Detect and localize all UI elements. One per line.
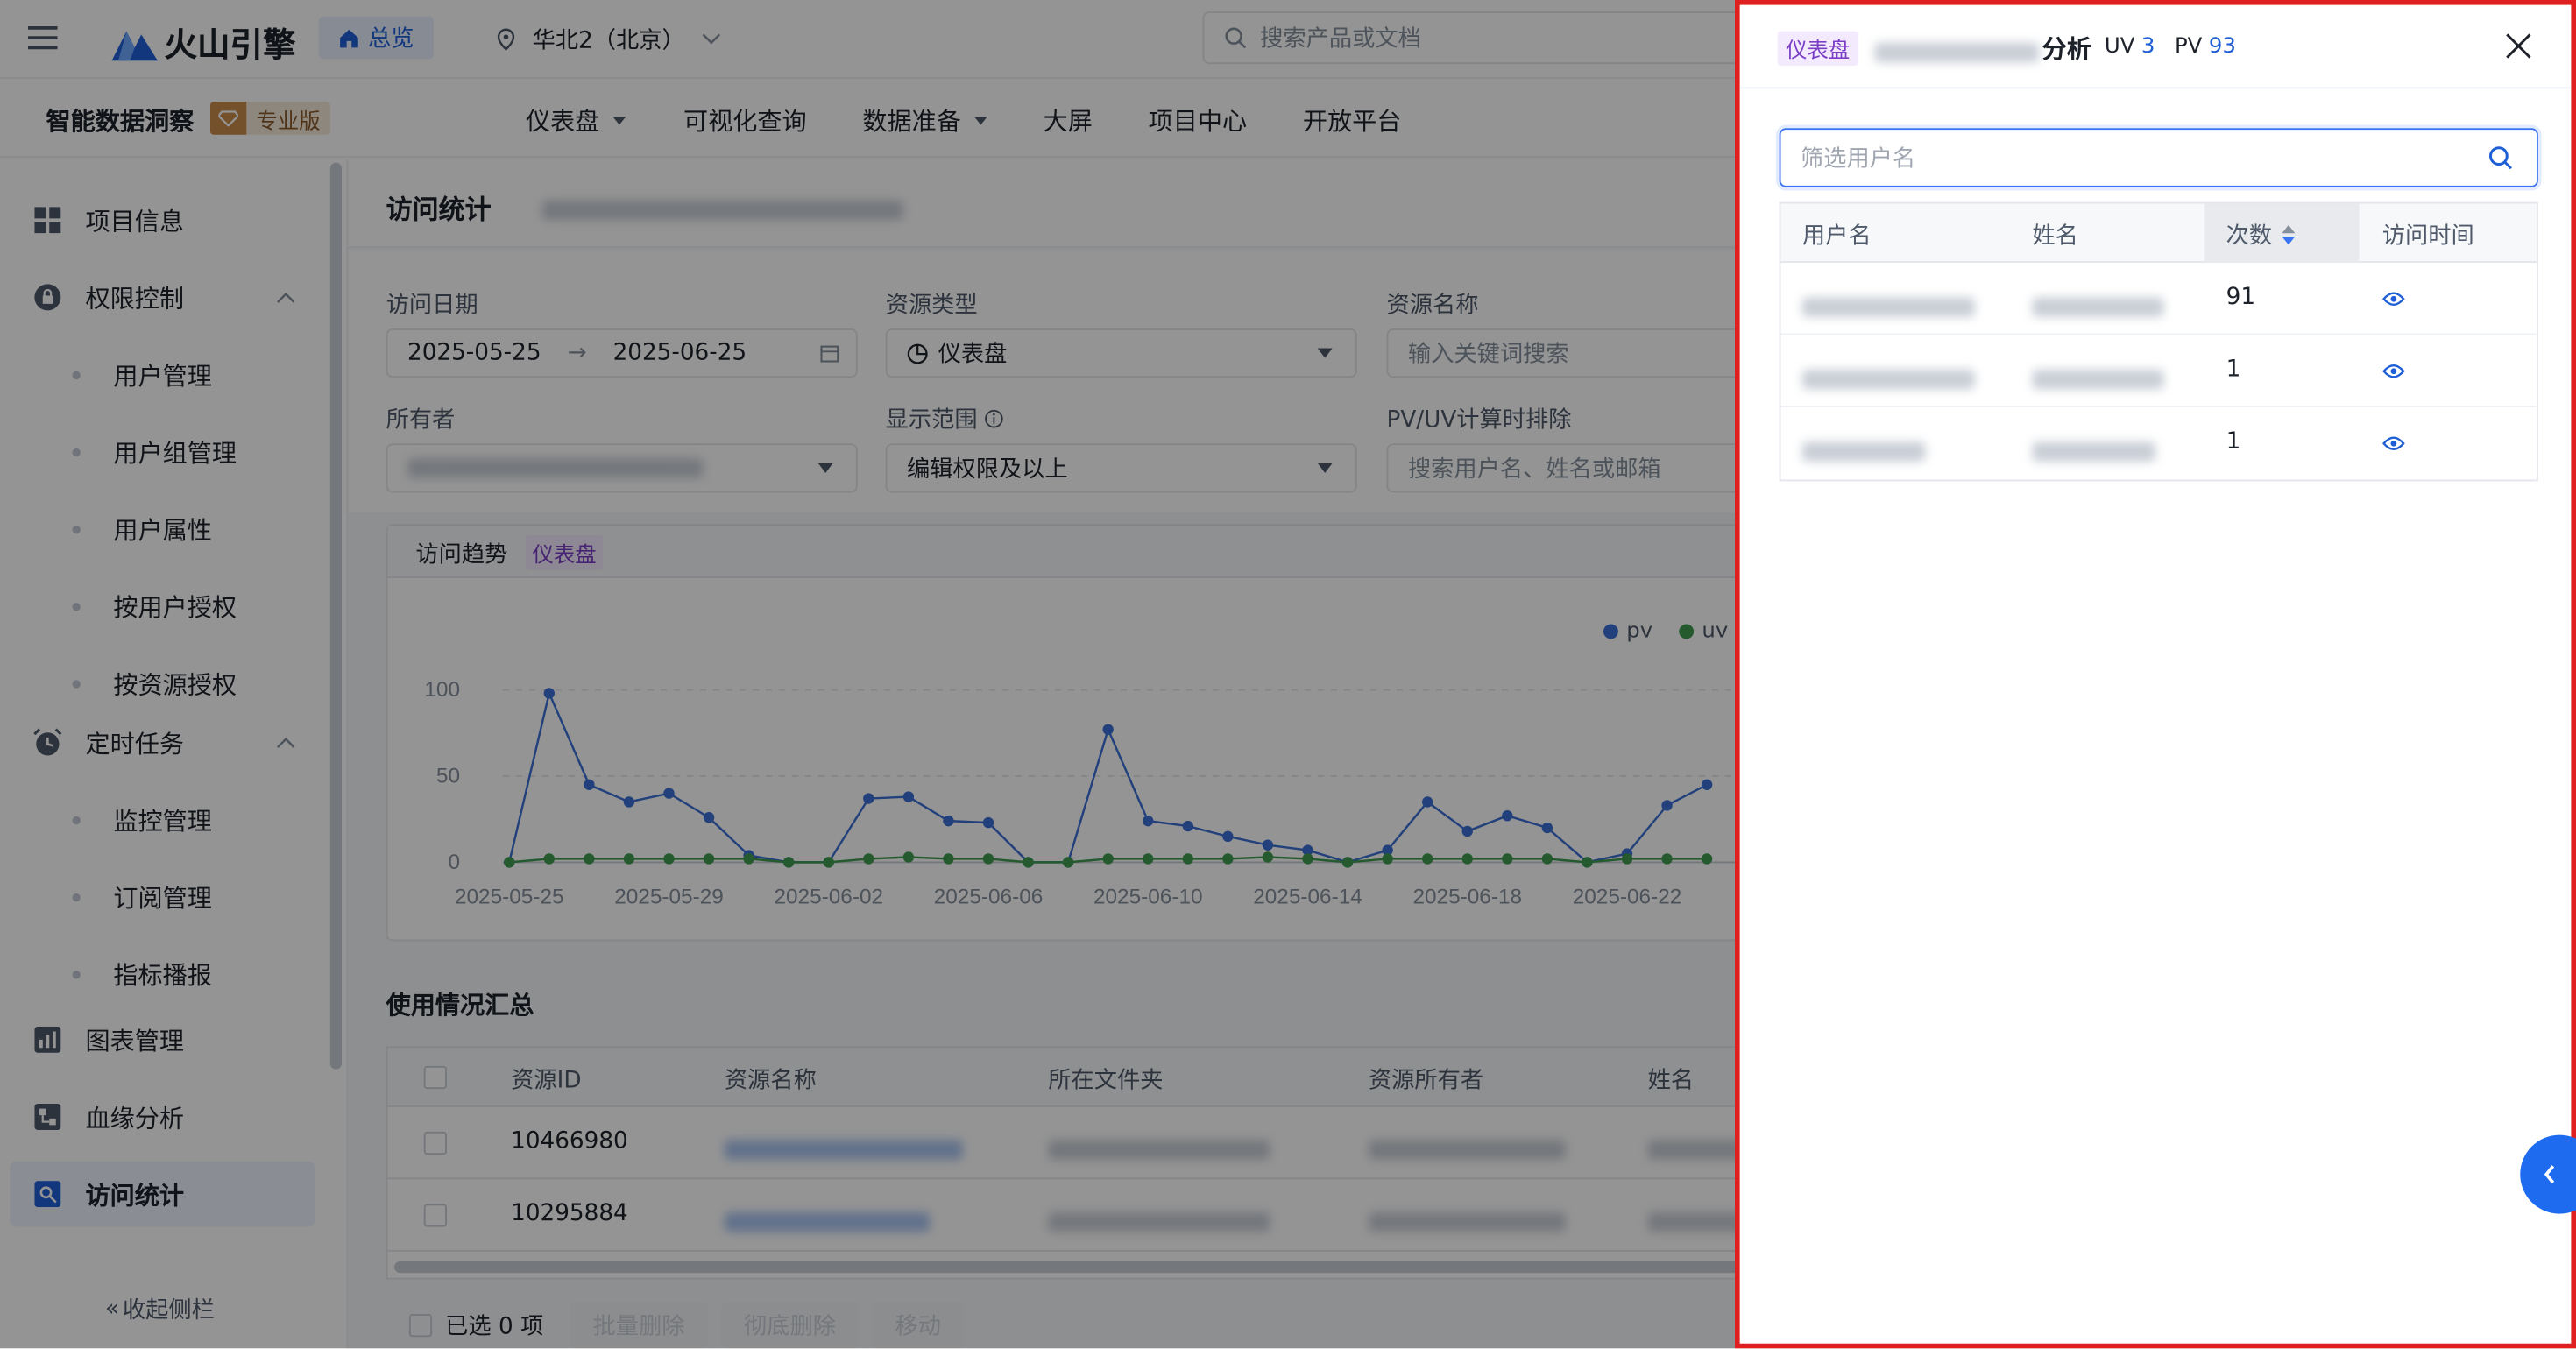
blurred-real-name [2032, 434, 2155, 465]
blurred-real-name [2032, 289, 2164, 321]
visit-count: 91 [2226, 284, 2256, 311]
table-row: 1 [1780, 335, 2537, 407]
blurred-resource-name [1874, 34, 2039, 66]
sort-icon [2282, 224, 2296, 245]
col-username: 用户名 [1801, 223, 1872, 250]
col-real-name: 姓名 [2032, 223, 2078, 250]
table-row: 1 [1781, 407, 2537, 480]
pv-value: 93 [2208, 34, 2236, 60]
close-icon[interactable] [2504, 32, 2534, 61]
uv-value: 3 [2141, 34, 2155, 60]
eye-icon[interactable] [2382, 363, 2405, 379]
col-visit-count: 次数 [2226, 223, 2273, 250]
visit-count: 1 [2226, 428, 2241, 456]
table-row: 91 [1780, 263, 2537, 335]
user-visit-table: 用户名 姓名 次数 访问时间 91 1 1 [1779, 201, 2538, 482]
eye-icon[interactable] [2382, 291, 2405, 307]
col-visit-time: 访问时间 [2381, 223, 2474, 250]
chevron-left-icon [2544, 1165, 2555, 1184]
uv-label: UV [2104, 34, 2135, 60]
search-icon[interactable] [2488, 145, 2514, 171]
drawer-metrics: UV 3 PV 93 [2105, 34, 2236, 59]
blurred-username [1801, 289, 1975, 321]
drawer-resource-tag: 仪表盘 [1777, 31, 1858, 66]
eye-icon[interactable] [2382, 435, 2405, 452]
blurred-username [1801, 362, 1975, 393]
floating-collapse-button[interactable] [2520, 1134, 2576, 1214]
username-filter-placeholder: 筛选用户名 [1801, 145, 1916, 173]
blurred-real-name [2032, 362, 2164, 393]
blurred-username [1801, 434, 1926, 465]
user-analysis-drawer: 仪表盘 分析 UV 3 PV 93 筛选用户名 用户名 姓名 次数 访问时间 9… [1735, 0, 2576, 1349]
col-visit-count-sort[interactable]: 次数 [2226, 218, 2296, 251]
username-filter-input[interactable]: 筛选用户名 [1779, 128, 2538, 187]
pv-label: PV [2174, 34, 2203, 60]
visit-count: 1 [2226, 356, 2241, 383]
drawer-title-suffix: 分析 [2042, 34, 2091, 65]
